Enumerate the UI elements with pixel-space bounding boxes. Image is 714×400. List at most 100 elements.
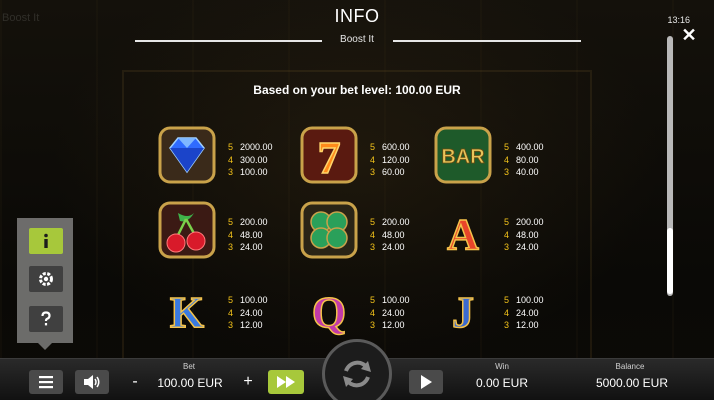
fast-forward-icon bbox=[277, 376, 295, 388]
menu-button[interactable] bbox=[29, 370, 63, 394]
pay-row: 4 48.00 bbox=[228, 229, 268, 242]
spin-button[interactable] bbox=[322, 339, 392, 400]
play-icon bbox=[421, 375, 432, 389]
letter-j-glyph: J bbox=[452, 288, 474, 337]
pay-row: 3 40.00 bbox=[504, 166, 544, 179]
pay-count: 3 bbox=[370, 320, 376, 330]
page-title: INFO bbox=[334, 6, 380, 26]
pay-row: 5 400.00 bbox=[504, 141, 544, 154]
pay-value: 100.00 bbox=[516, 295, 544, 305]
scrollbar[interactable] bbox=[667, 36, 673, 296]
pay-value: 24.00 bbox=[382, 242, 405, 252]
pay-count: 4 bbox=[504, 229, 510, 240]
pay-value: 200.00 bbox=[516, 217, 544, 227]
pay-value: 12.00 bbox=[516, 320, 539, 330]
pay-row: 5 100.00 bbox=[370, 294, 410, 307]
pay-count: 5 bbox=[228, 217, 234, 227]
pay-value: 600.00 bbox=[382, 142, 410, 152]
pay-value: 100.00 bbox=[240, 167, 268, 177]
pay-value: 300.00 bbox=[240, 154, 268, 165]
pay-count: 4 bbox=[504, 154, 510, 165]
pay-value: 24.00 bbox=[516, 307, 539, 318]
sound-button[interactable] bbox=[75, 370, 109, 394]
letter-k-symbol-icon: K bbox=[158, 279, 216, 338]
pay-value: 200.00 bbox=[240, 217, 268, 227]
pay-count: 5 bbox=[504, 295, 510, 305]
pay-row: 4 24.00 bbox=[228, 307, 268, 320]
pay-count: 5 bbox=[370, 217, 376, 227]
pay-count: 4 bbox=[370, 229, 376, 240]
pay-count: 4 bbox=[228, 307, 234, 318]
pay-row: 4 24.00 bbox=[504, 307, 544, 320]
paytable-values: 5 100.00 4 24.00 3 12.00 bbox=[370, 294, 410, 332]
pay-value: 40.00 bbox=[516, 167, 539, 177]
autoplay-button[interactable] bbox=[409, 370, 443, 394]
pay-row: 5 200.00 bbox=[370, 216, 410, 229]
help-button[interactable] bbox=[29, 306, 63, 332]
bar-symbol-icon: BAR bbox=[434, 126, 492, 184]
pay-count: 3 bbox=[504, 320, 510, 330]
pay-value: 48.00 bbox=[240, 229, 263, 240]
pay-row: 3 100.00 bbox=[228, 166, 273, 179]
pay-row: 3 60.00 bbox=[370, 166, 410, 179]
page-subtitle: Boost It bbox=[340, 34, 374, 45]
paytable-item-letter-a: A 5 200.00 4 48.00 3 24.00 bbox=[434, 201, 584, 263]
bet-value: 100.00 EUR bbox=[157, 376, 223, 390]
help-icon bbox=[41, 311, 51, 326]
seven-symbol-icon: 7 bbox=[300, 126, 358, 184]
increase-bet-button[interactable]: + bbox=[241, 373, 255, 391]
balance-value: 5000.00 EUR bbox=[595, 376, 669, 390]
letter-a-glyph: A bbox=[447, 210, 479, 259]
cherry-symbol-icon bbox=[158, 201, 216, 259]
pay-count: 4 bbox=[370, 307, 376, 318]
paytable-values: 5 200.00 4 48.00 3 24.00 bbox=[370, 216, 410, 254]
paytable-values: 5 100.00 4 24.00 3 12.00 bbox=[504, 294, 544, 332]
pay-value: 80.00 bbox=[516, 154, 539, 165]
pay-count: 5 bbox=[504, 142, 510, 152]
scrollbar-thumb[interactable] bbox=[667, 228, 673, 294]
pay-row: 5 600.00 bbox=[370, 141, 410, 154]
pay-row: 3 12.00 bbox=[504, 319, 544, 332]
paytable-item-letter-k: K 5 100.00 4 24.00 3 12.00 bbox=[158, 279, 308, 341]
gear-icon bbox=[39, 272, 53, 286]
pay-row: 3 12.00 bbox=[370, 319, 410, 332]
paytable-item-cherry: 5 200.00 4 48.00 3 24.00 bbox=[158, 201, 308, 263]
pay-count: 4 bbox=[228, 154, 234, 165]
balance-label: Balance bbox=[615, 362, 645, 371]
pay-value: 100.00 bbox=[382, 295, 410, 305]
pay-count: 3 bbox=[504, 167, 510, 177]
pay-count: 4 bbox=[504, 307, 510, 318]
win-value: 0.00 EUR bbox=[475, 376, 529, 390]
paytable-item-diamond: 5 2000.00 4 300.00 3 100.00 bbox=[158, 126, 308, 188]
paytable-values: 5 200.00 4 48.00 3 24.00 bbox=[504, 216, 544, 254]
pay-row: 4 48.00 bbox=[504, 229, 544, 242]
pay-value: 24.00 bbox=[382, 307, 405, 318]
pay-value: 48.00 bbox=[382, 229, 405, 240]
pay-count: 3 bbox=[370, 242, 376, 252]
turbo-button[interactable] bbox=[268, 370, 304, 394]
pay-value: 24.00 bbox=[516, 242, 539, 252]
decrease-bet-button[interactable]: - bbox=[128, 373, 142, 391]
clover-symbol-icon bbox=[300, 201, 358, 259]
pay-value: 400.00 bbox=[516, 142, 544, 152]
pay-row: 4 48.00 bbox=[370, 229, 410, 242]
close-button[interactable]: ✕ bbox=[680, 26, 698, 44]
pay-row: 3 24.00 bbox=[228, 241, 268, 254]
pay-count: 3 bbox=[228, 242, 234, 252]
paytable-values: 5 200.00 4 48.00 3 24.00 bbox=[228, 216, 268, 254]
pay-count: 5 bbox=[228, 142, 234, 152]
pay-count: 3 bbox=[228, 167, 234, 177]
pay-value: 12.00 bbox=[240, 320, 263, 330]
letter-j-symbol-icon: J bbox=[434, 279, 492, 338]
spin-arrows-icon bbox=[343, 360, 371, 388]
settings-button[interactable] bbox=[29, 266, 63, 292]
win-label: Win bbox=[495, 362, 509, 371]
paytable-item-clover: 5 200.00 4 48.00 3 24.00 bbox=[300, 201, 450, 263]
paytable-item-seven: 7 5 600.00 4 120.00 3 60.00 bbox=[300, 126, 450, 188]
pay-value: 2000.00 bbox=[240, 142, 273, 152]
pay-row: 5 200.00 bbox=[504, 216, 544, 229]
info-button[interactable] bbox=[29, 228, 63, 254]
pay-value: 200.00 bbox=[382, 217, 410, 227]
pay-row: 4 24.00 bbox=[370, 307, 410, 320]
pay-count: 3 bbox=[228, 320, 234, 330]
